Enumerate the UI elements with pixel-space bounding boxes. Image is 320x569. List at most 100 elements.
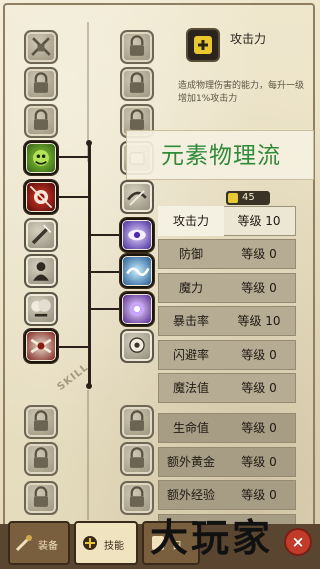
critical-strike-icon (29, 185, 53, 209)
attribute-name: 闪避率 (172, 347, 209, 362)
attribute-level: 等级 0 (241, 421, 277, 436)
attribute-name: 暴击率 (172, 314, 209, 329)
shadow-figure-icon (33, 262, 49, 281)
lock-icon (33, 72, 49, 93)
skill-points-badge: 45 (226, 191, 270, 205)
crossed-swords-icon (31, 37, 51, 56)
attribute-row[interactable]: 额外经验 等级 0 (158, 480, 296, 511)
skill-slot-locked[interactable] (120, 481, 154, 515)
attribute-name: 额外黄金 (166, 454, 215, 469)
skill-slot-sword[interactable] (24, 218, 58, 252)
attribute-row[interactable]: 暴击率 等级 10 (158, 306, 296, 337)
storm-icon (31, 299, 51, 317)
tree-node-dot (86, 383, 92, 389)
skill-slot-locked[interactable] (24, 104, 58, 138)
site-watermark: 大玩家 (150, 515, 274, 560)
attribute-row[interactable]: 额外黄金 等级 0 (158, 446, 296, 477)
lock-icon (129, 72, 145, 93)
attribute-name: 魔力 (178, 280, 203, 295)
attribute-list: 攻击力 等级 10 防御 等级 0 魔力 等级 0 暴击率 等级 10 闪避率 … (158, 206, 296, 547)
skill-points-value: 45 (242, 192, 255, 203)
tree-connector (88, 142, 91, 386)
skill-tree: SKILL (0, 0, 170, 530)
skill-slot-poison[interactable] (24, 141, 58, 175)
lock-icon (33, 447, 49, 468)
skill-slot-frost-wave[interactable] (120, 254, 154, 288)
attribute-level: 等级 0 (241, 488, 277, 503)
tab-equipment-label: 装备 (38, 541, 58, 552)
blade-storm-icon (30, 338, 52, 354)
skill-slot-critical[interactable] (24, 180, 58, 214)
skill-slot-locked[interactable] (24, 30, 58, 64)
attribute-row[interactable]: 魔法值 等级 0 (158, 372, 296, 403)
attribute-name: 魔法值 (172, 380, 209, 395)
tree-branch (57, 156, 89, 158)
tree-branch (90, 234, 120, 236)
skill-slot-locked[interactable] (24, 442, 58, 476)
skill-slot-spirit[interactable] (120, 329, 154, 363)
selected-skill-icon (186, 28, 220, 62)
close-button[interactable]: × (284, 528, 312, 556)
attribute-row[interactable]: 攻击力 等级 10 (158, 206, 296, 236)
plus-icon (194, 36, 212, 54)
attribute-level: 等级 0 (241, 454, 277, 469)
attribute-level: 等级 0 (241, 280, 277, 295)
skill-slot-locked[interactable] (24, 481, 58, 515)
skill-slot-whirlwind[interactable] (120, 180, 154, 214)
skill-slot-locked[interactable] (24, 67, 58, 101)
skill-style-label: 元素物理流 (161, 143, 281, 169)
skill-slot-locked[interactable] (120, 442, 154, 476)
attribute-name: 额外经验 (166, 488, 215, 503)
poison-creature-icon (33, 150, 49, 166)
frost-wave-icon (126, 267, 150, 277)
skill-watermark-label: SKILL (55, 361, 91, 394)
attribute-group-gap (158, 406, 296, 413)
skill-slot-locked[interactable] (120, 67, 154, 101)
skill-slot-locked[interactable] (24, 405, 58, 439)
tree-node-dot (86, 140, 92, 146)
attribute-row[interactable]: 生命值 等级 0 (158, 413, 296, 444)
skill-icon (83, 536, 97, 550)
skill-slot-eye[interactable] (120, 218, 154, 252)
tree-branch (90, 308, 120, 310)
tab-skills-label: 技能 (104, 541, 124, 552)
tree-guide-line (87, 390, 89, 520)
magic-eye-icon (128, 229, 146, 241)
attribute-level: 等级 0 (241, 347, 277, 362)
tree-branch (90, 271, 120, 273)
tree-branch (57, 196, 89, 198)
lock-icon (129, 410, 145, 431)
skill-slot-locked[interactable] (120, 30, 154, 64)
arcane-orb-icon (129, 301, 145, 317)
lock-icon (129, 447, 145, 468)
attribute-level: 等级 10 (237, 214, 281, 228)
lock-icon (33, 486, 49, 507)
attribute-row[interactable]: 防御 等级 0 (158, 239, 296, 270)
lock-icon (129, 486, 145, 507)
attribute-row[interactable]: 闪避率 等级 0 (158, 339, 296, 370)
tab-equipment[interactable]: 装备 (8, 521, 70, 565)
attribute-name: 防御 (178, 247, 203, 262)
lock-icon (129, 35, 145, 56)
skill-slot-locked[interactable] (120, 405, 154, 439)
skill-slot-blade-storm[interactable] (24, 329, 58, 363)
selected-skill-title: 攻击力 (230, 32, 267, 46)
attribute-name: 攻击力 (158, 206, 224, 236)
selected-skill-description: 造成物理伤害的能力，每升一级增加1%攻击力 (178, 81, 305, 104)
skill-slot-shadow[interactable] (24, 254, 58, 288)
attribute-name: 生命值 (172, 421, 209, 436)
skill-style-banner: 元素物理流 (126, 130, 314, 180)
skill-slot-arcane[interactable] (120, 292, 154, 326)
tab-skills[interactable]: 技能 (74, 521, 138, 565)
lock-icon (33, 109, 49, 130)
plus-icon (228, 193, 238, 203)
attribute-level: 等级 10 (237, 314, 281, 329)
skill-slot-storm[interactable] (24, 292, 58, 326)
attribute-level: 等级 0 (241, 247, 277, 262)
attribute-row[interactable]: 魔力 等级 0 (158, 272, 296, 303)
spirit-icon (129, 337, 145, 353)
equipment-icon (15, 535, 32, 552)
tree-branch (57, 346, 89, 348)
attribute-level: 等级 0 (241, 380, 277, 395)
lock-icon (33, 410, 49, 431)
